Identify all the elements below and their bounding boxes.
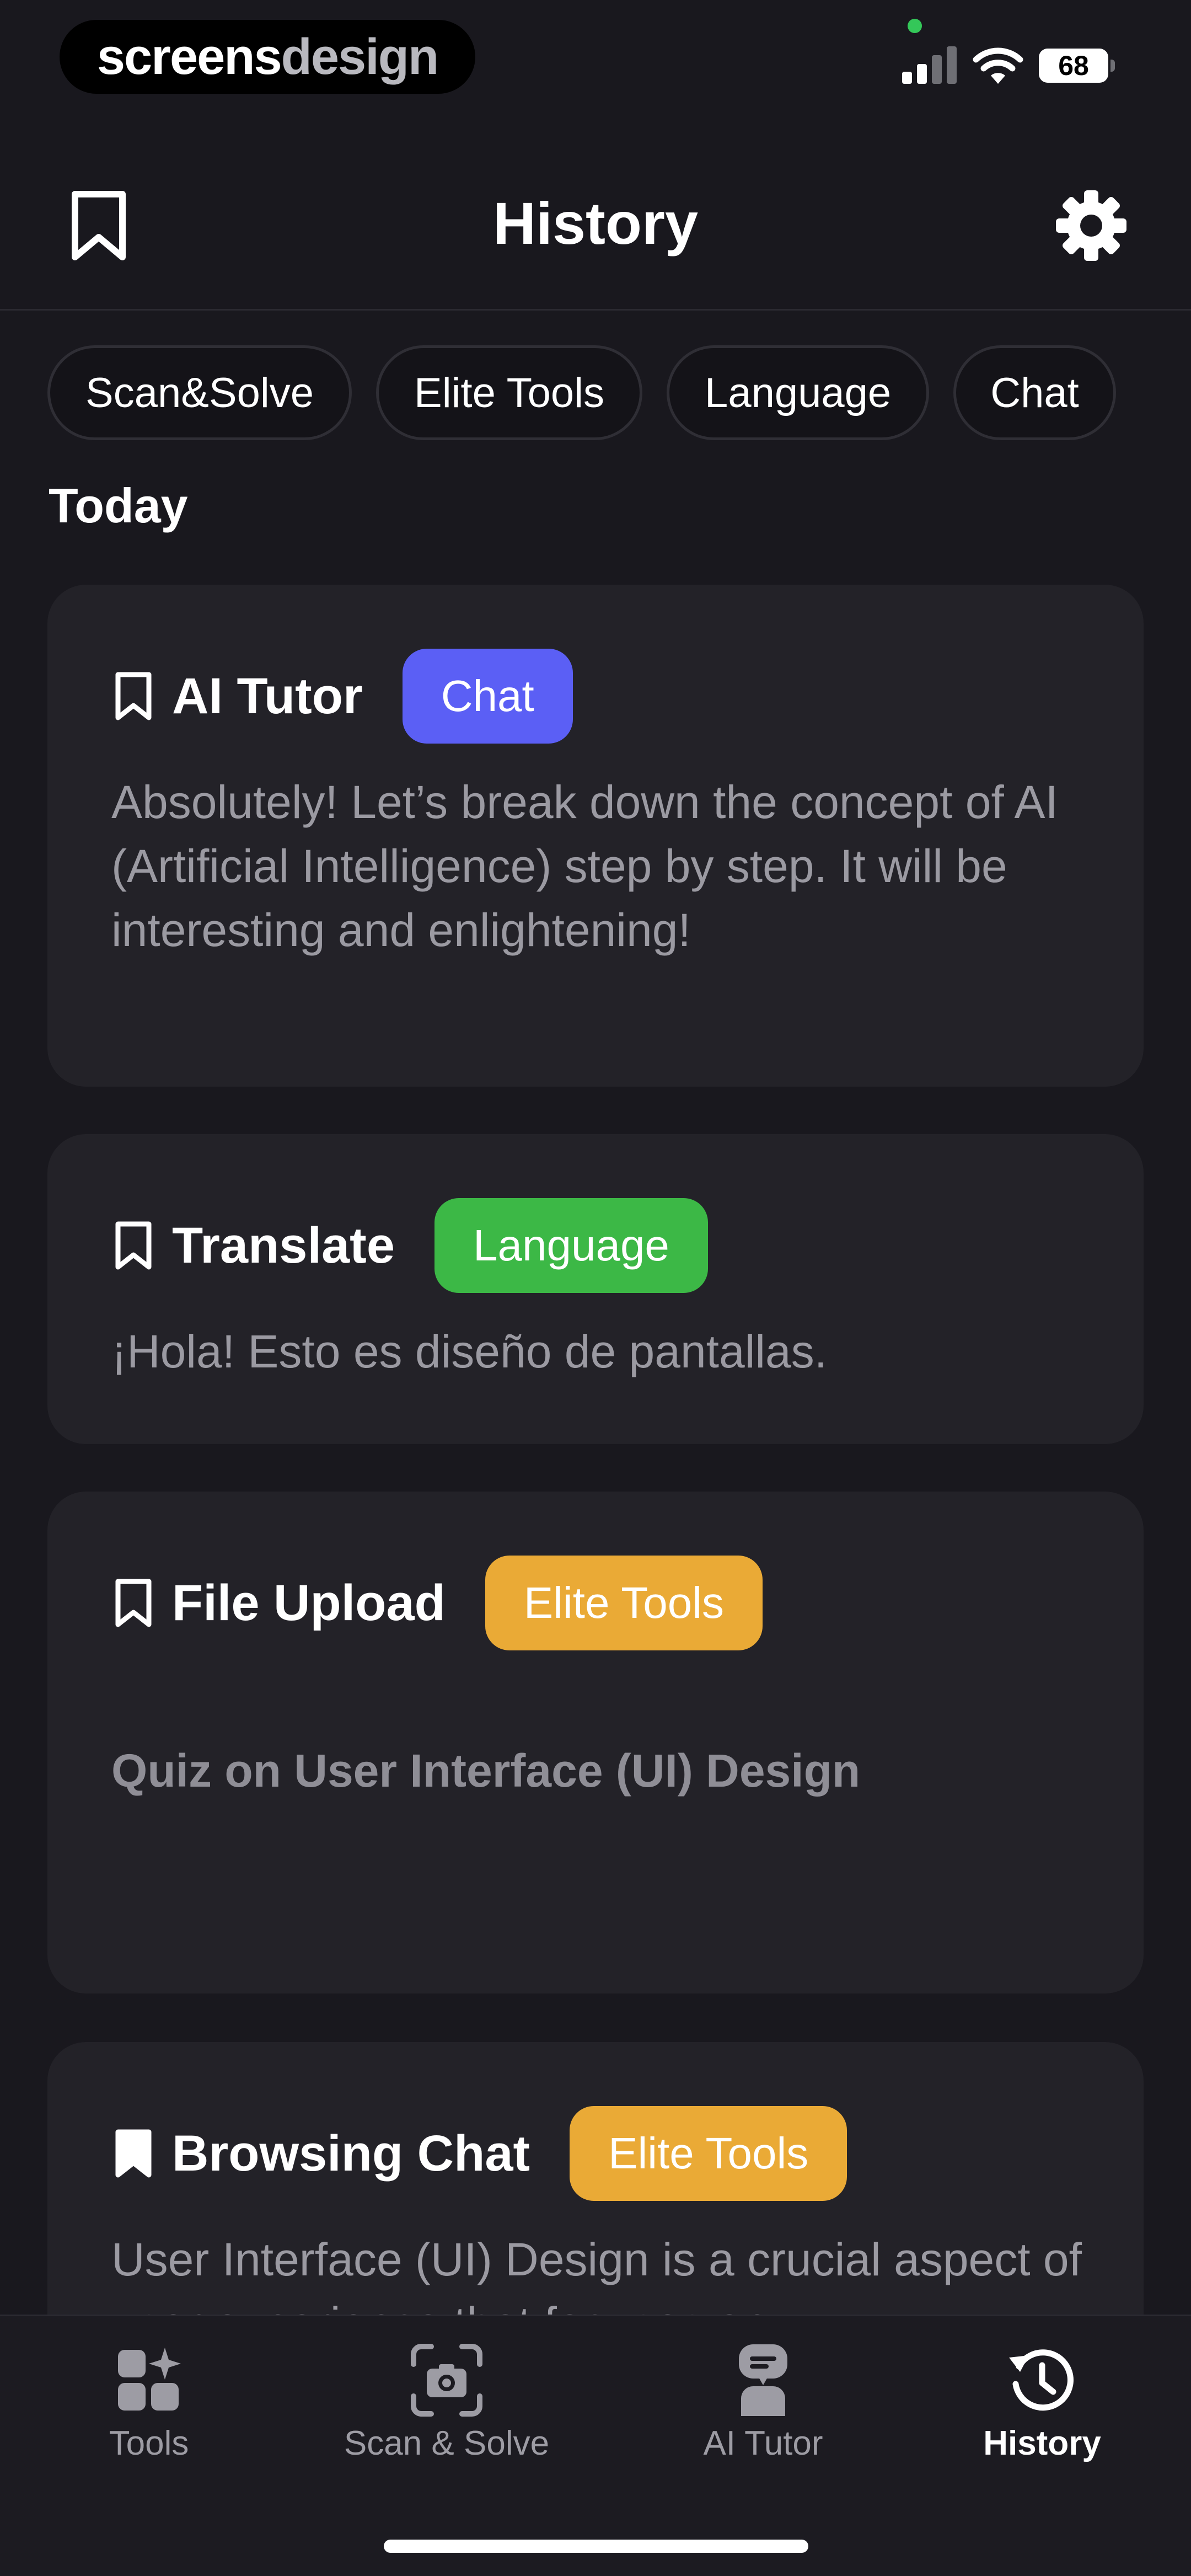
gear-icon[interactable] — [1054, 189, 1128, 263]
category-tag: Elite Tools — [485, 1556, 763, 1650]
card-header: File Upload Elite Tools — [111, 1556, 763, 1650]
tab-scan-solve[interactable]: Scan & Solve — [336, 2339, 557, 2463]
cellular-signal-icon — [902, 46, 957, 84]
history-screen: screens design 68 History Scan&Solve Eli… — [0, 0, 1191, 2576]
history-card-ai-tutor[interactable]: AI Tutor Chat Absolutely! Let’s break do… — [47, 585, 1144, 1087]
card-preview-text: Absolutely! Let’s break down the concept… — [111, 776, 1058, 956]
privacy-indicator-dot — [908, 19, 922, 33]
card-preview-text: ¡Hola! Esto es diseño de pantallas. — [111, 1326, 828, 1377]
card-header: Translate Language — [111, 1198, 708, 1293]
history-card-translate[interactable]: Translate Language ¡Hola! Esto es diseño… — [47, 1134, 1144, 1444]
tab-label: Scan & Solve — [344, 2424, 550, 2462]
bookmark-icon[interactable] — [111, 1221, 155, 1270]
home-indicator — [384, 2540, 808, 2553]
battery-indicator: 68 — [1039, 49, 1108, 83]
card-title: Translate — [172, 1217, 395, 1274]
section-title-today: Today — [49, 478, 188, 533]
tab-label: AI Tutor — [703, 2424, 823, 2462]
bookmark-filled-icon[interactable] — [111, 2129, 155, 2178]
tab-label: History — [983, 2424, 1101, 2462]
card-title: File Upload — [172, 1574, 446, 1631]
brand-watermark: screens design — [60, 20, 475, 94]
category-tag: Language — [434, 1198, 708, 1293]
filter-chip-language[interactable]: Language — [667, 345, 930, 440]
history-card-file-upload[interactable]: File Upload Elite Tools Quiz on User Int… — [47, 1492, 1144, 1994]
tools-grid-icon — [118, 2348, 181, 2411]
filter-chips: Scan&Solve Elite Tools Language Chat — [47, 345, 1116, 440]
bookmark-icon[interactable] — [111, 1578, 155, 1628]
card-title: Browsing Chat — [172, 2125, 530, 2182]
filter-chip-elite-tools[interactable]: Elite Tools — [376, 345, 643, 440]
card-preview-text: Quiz on User Interface (UI) Design — [111, 1745, 861, 1797]
tab-tools[interactable]: Tools — [94, 2339, 204, 2463]
ai-tutor-icon — [739, 2344, 787, 2416]
wifi-icon — [973, 47, 1023, 84]
card-header: Browsing Chat Elite Tools — [111, 2106, 847, 2201]
bookmark-icon[interactable] — [111, 671, 155, 721]
card-header: AI Tutor Chat — [111, 649, 573, 744]
tab-ai-tutor[interactable]: AI Tutor — [686, 2339, 840, 2463]
card-title: AI Tutor — [172, 667, 363, 724]
history-clock-icon — [1009, 2349, 1074, 2411]
battery-tip — [1110, 60, 1115, 72]
camera-scan-icon — [411, 2344, 482, 2417]
tab-history[interactable]: History — [965, 2339, 1119, 2463]
filter-chip-chat[interactable]: Chat — [953, 345, 1116, 440]
category-tag: Elite Tools — [570, 2106, 847, 2201]
category-tag: Chat — [402, 649, 573, 744]
header-divider — [0, 309, 1191, 311]
tab-label: Tools — [109, 2424, 189, 2462]
filter-chip-scan-solve[interactable]: Scan&Solve — [47, 345, 352, 440]
page-title: History — [492, 190, 699, 256]
